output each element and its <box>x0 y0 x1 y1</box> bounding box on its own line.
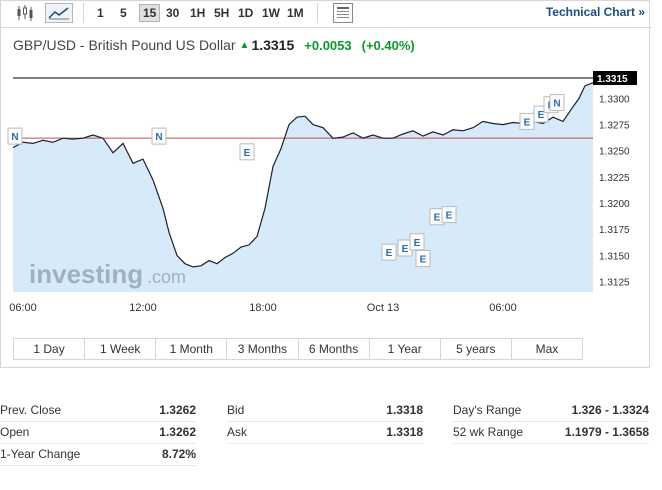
y-tick-label: 1.3300 <box>599 94 630 105</box>
stat-row-prev-close: Prev. Close 1.3262 <box>0 400 196 422</box>
stat-value: 8.72% <box>161 447 196 461</box>
range-1-day[interactable]: 1 Day <box>14 339 86 359</box>
candlestick-chart-icon[interactable] <box>15 3 35 23</box>
range-selector: 1 Day 1 Week 1 Month 3 Months 6 Months 1… <box>13 338 583 360</box>
y-tick-label: 1.3175 <box>599 225 630 236</box>
event-marker-label: N <box>553 99 560 110</box>
stat-row-1-year-change: 1-Year Change 8.72% <box>0 444 196 466</box>
timeframe-1d[interactable]: 1D <box>235 5 256 21</box>
stat-label: Day's Range <box>453 403 522 417</box>
range-6-months[interactable]: 6 Months <box>299 339 370 359</box>
y-tick-label: 1.3275 <box>599 121 630 132</box>
stat-label: Bid <box>227 403 245 417</box>
stat-row-days-range: Day's Range 1.326 - 1.3324 <box>453 400 649 422</box>
stat-value: 1.3318 <box>386 425 423 439</box>
toolbar-separator <box>83 3 84 23</box>
toolbar-separator <box>317 3 318 23</box>
event-marker-label: E <box>414 238 421 249</box>
event-marker-label: E <box>524 117 531 128</box>
x-tick-label: Oct 13 <box>367 302 399 314</box>
event-marker: E <box>519 112 535 130</box>
stat-row-bid: Bid 1.3318 <box>227 400 423 422</box>
event-marker-label: E <box>434 213 441 224</box>
event-marker-label: E <box>402 244 409 255</box>
event-marker-label: E <box>420 255 427 266</box>
stat-row-ask: Ask 1.3318 <box>227 422 423 444</box>
stat-row-open: Open 1.3262 <box>0 422 196 444</box>
range-3-months[interactable]: 3 Months <box>227 339 299 359</box>
range-1-year[interactable]: 1 Year <box>370 339 441 359</box>
x-tick-label: 12:00 <box>129 302 157 314</box>
timeframe-5h[interactable]: 5H <box>211 5 232 21</box>
range-5-years[interactable]: 5 years <box>441 339 512 359</box>
timeframe-1h[interactable]: 1H <box>187 5 208 21</box>
last-price-badge-label: 1.3315 <box>597 74 628 85</box>
event-marker-label: E <box>446 211 453 222</box>
timeframe-1[interactable]: 1 <box>94 5 107 21</box>
event-marker: N <box>549 94 565 112</box>
double-chevron-right-icon: » <box>638 5 645 19</box>
y-tick-label: 1.3125 <box>599 278 630 289</box>
event-marker: E <box>441 206 457 224</box>
y-tick-label: 1.3225 <box>599 173 630 184</box>
event-marker: N <box>151 127 167 145</box>
price-change-percent: (+0.40%) <box>361 38 415 53</box>
stat-value: 1.326 - 1.3324 <box>571 403 649 417</box>
stats-column-1: Prev. Close 1.3262 Open 1.3262 1-Year Chan… <box>0 400 196 466</box>
event-marker: E <box>381 243 397 261</box>
timeframe-5[interactable]: 5 <box>117 5 130 21</box>
stats-column-2: Bid 1.3318 Ask 1.3318 <box>227 400 423 444</box>
stat-label: Ask <box>227 425 248 439</box>
chart-toolbar: 1 5 15 30 1H 5H 1D 1W 1M Technical Chart… <box>1 1 651 28</box>
event-marker: E <box>239 143 255 161</box>
chart-widget: 1 5 15 30 1H 5H 1D 1W 1M Technical Chart… <box>0 0 651 368</box>
stat-label: Open <box>0 425 30 439</box>
last-price: 1.3315 <box>251 37 295 53</box>
timeframe-1m[interactable]: 1M <box>284 5 307 21</box>
watermark-logo: investing <box>29 259 143 289</box>
settings-panel-icon[interactable] <box>333 3 353 23</box>
stat-label: 52 wk Range <box>453 425 524 439</box>
stats-column-3: Day's Range 1.326 - 1.3324 52 wk Range 1.1… <box>453 400 649 444</box>
event-marker-label: E <box>386 248 393 259</box>
stat-label: 1-Year Change <box>0 447 81 461</box>
technical-chart-link[interactable]: Technical Chart » <box>546 5 645 19</box>
stat-row-52-week-range: 52 wk Range 1.1979 - 1.3658 <box>453 422 649 444</box>
price-chart[interactable]: investing.comNNEEEEEEEEEEN1.33001.32751.… <box>1 61 649 331</box>
range-1-week[interactable]: 1 Week <box>85 339 157 359</box>
range-max[interactable]: Max <box>512 339 582 359</box>
range-1-month[interactable]: 1 Month <box>156 339 228 359</box>
timeframe-30[interactable]: 30 <box>163 5 182 21</box>
x-tick-label: 06:00 <box>9 302 37 314</box>
x-tick-label: 18:00 <box>249 302 277 314</box>
timeframe-15[interactable]: 15 <box>139 4 161 22</box>
stat-value: 1.1979 - 1.3658 <box>564 425 649 439</box>
up-arrow-icon: ▲ <box>239 40 250 51</box>
event-marker: N <box>7 127 23 145</box>
event-marker-label: N <box>11 132 18 143</box>
stat-label: Prev. Close <box>0 403 62 417</box>
instrument-header: GBP/USD - British Pound US Dollar ▲ 1.3315… <box>13 37 415 53</box>
watermark-logo-suffix: .com <box>147 267 186 287</box>
event-marker: E <box>415 250 431 267</box>
price-change: +0.0053 <box>304 38 352 53</box>
event-marker: E <box>409 233 425 251</box>
timeframe-1w[interactable]: 1W <box>259 5 283 21</box>
stat-value: 1.3262 <box>159 425 196 439</box>
instrument-name: GBP/USD - British Pound US Dollar <box>13 37 236 53</box>
event-marker-label: N <box>155 132 162 143</box>
stat-value: 1.3318 <box>386 403 423 417</box>
event-marker-label: E <box>244 148 251 159</box>
y-tick-label: 1.3200 <box>599 199 630 210</box>
y-tick-label: 1.3150 <box>599 251 630 262</box>
area-chart-icon[interactable] <box>45 3 73 23</box>
x-tick-label: 06:00 <box>489 302 517 314</box>
y-tick-label: 1.3250 <box>599 147 630 158</box>
stat-value: 1.3262 <box>159 403 196 417</box>
